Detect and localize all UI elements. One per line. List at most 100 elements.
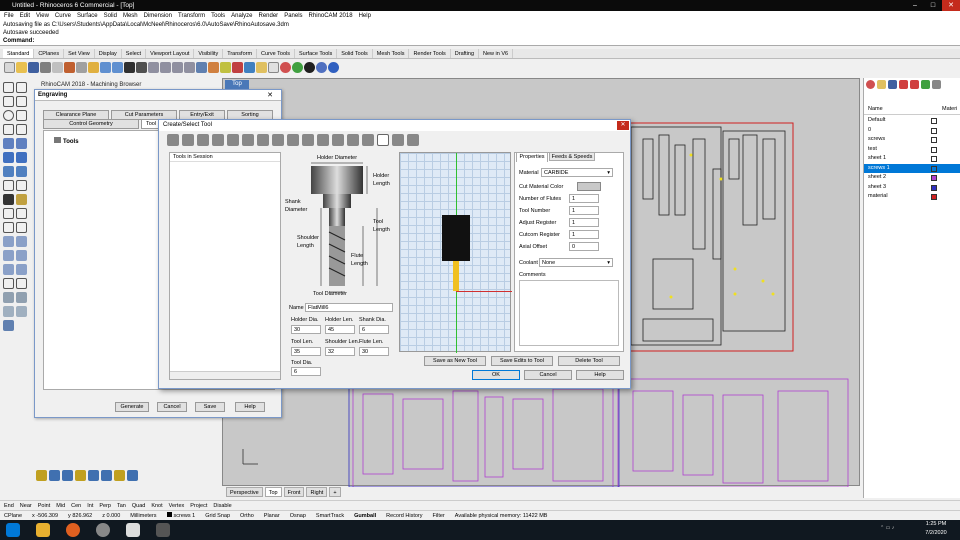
menu-surface[interactable]: Surface xyxy=(77,11,98,21)
save-button[interactable]: Save xyxy=(195,402,225,412)
layer-row[interactable]: test xyxy=(864,145,960,155)
toggle-planar[interactable]: Planar xyxy=(264,511,280,520)
osnap-int[interactable]: Int xyxy=(87,501,93,510)
menu-tools[interactable]: Tools xyxy=(211,11,225,21)
dovetail-icon[interactable] xyxy=(347,134,359,146)
tab-properties[interactable]: Properties xyxy=(516,152,548,162)
environment-icon[interactable] xyxy=(304,61,315,73)
tree-item-tools[interactable]: Tools xyxy=(54,137,79,145)
post-icon[interactable] xyxy=(101,470,112,481)
lollipop-icon[interactable] xyxy=(317,134,329,146)
tool-dia-input[interactable]: 6 xyxy=(291,367,321,376)
layer-color-swatch[interactable] xyxy=(931,137,937,143)
generate-button[interactable]: Generate xyxy=(115,402,149,412)
keycutter-icon[interactable] xyxy=(332,134,344,146)
tab-curve-tools[interactable]: Curve Tools xyxy=(257,49,295,58)
copy-tool-icon[interactable] xyxy=(16,236,27,247)
redo-icon[interactable] xyxy=(112,61,123,73)
tray-icons[interactable]: ⌃ ▭ ♪ xyxy=(880,525,910,535)
zoom-extents-icon[interactable] xyxy=(172,61,183,73)
close-button[interactable]: ✕ xyxy=(942,0,960,11)
tab-feeds-speeds[interactable]: Feeds & Speeds xyxy=(549,152,595,161)
osnap-project[interactable]: Project xyxy=(190,501,207,510)
save-as-new-tool-button[interactable]: Save as New Tool xyxy=(424,356,486,366)
tab-standard[interactable]: Standard xyxy=(3,49,35,58)
vee-mill-icon[interactable] xyxy=(212,134,224,146)
polygon-icon[interactable] xyxy=(16,124,27,135)
rhino6-icon[interactable] xyxy=(156,523,170,537)
points-icon[interactable] xyxy=(220,61,231,73)
menu-panels[interactable]: Panels xyxy=(284,11,302,21)
paste-icon[interactable] xyxy=(88,61,99,73)
tool-name-input[interactable]: FlatMill6 xyxy=(305,303,393,312)
help-button[interactable]: Help xyxy=(235,402,265,412)
menu-file[interactable]: File xyxy=(4,11,14,21)
boolean-icon[interactable] xyxy=(3,194,14,205)
gumball-icon[interactable] xyxy=(3,320,14,331)
layer-down-icon[interactable] xyxy=(910,80,919,89)
layer-row[interactable]: 0 xyxy=(864,126,960,136)
layer-row[interactable]: Default xyxy=(864,116,960,126)
toggle-filter[interactable]: Filter xyxy=(433,511,445,520)
light-icon[interactable] xyxy=(256,61,267,73)
ball-mill-icon[interactable] xyxy=(182,134,194,146)
material-icon[interactable] xyxy=(292,61,303,73)
flute-len-input[interactable]: 30 xyxy=(359,347,389,356)
layer-color-swatch[interactable] xyxy=(931,184,937,191)
status-units[interactable]: Millimeters xyxy=(130,511,156,520)
menu-help[interactable]: Help xyxy=(359,11,371,21)
select-icon[interactable] xyxy=(208,61,219,73)
start-icon[interactable] xyxy=(6,523,20,537)
tab-set-view[interactable]: Set View xyxy=(64,49,95,58)
snap-icon[interactable] xyxy=(232,61,243,73)
menu-dimension[interactable]: Dimension xyxy=(144,11,172,21)
dialog-help-button[interactable]: Help xyxy=(576,370,624,380)
flat-mill-icon[interactable] xyxy=(167,134,179,146)
rotate-view-icon[interactable] xyxy=(136,61,147,73)
menu-curve[interactable]: Curve xyxy=(55,11,71,21)
explode-icon[interactable] xyxy=(16,222,27,233)
tab-surface-tools[interactable]: Surface Tools xyxy=(295,49,338,58)
mirror-icon[interactable] xyxy=(16,250,27,261)
flutes-input[interactable]: 1 xyxy=(569,194,599,203)
osnap-mid[interactable]: Mid xyxy=(56,501,65,510)
osnap-quad[interactable]: Quad xyxy=(132,501,145,510)
analyze-icon[interactable] xyxy=(3,292,14,303)
mesh-icon[interactable] xyxy=(16,166,27,177)
four-views-icon[interactable] xyxy=(196,61,207,73)
cancel-button[interactable]: Cancel xyxy=(157,402,187,412)
tools-in-session-list[interactable]: Tools in Session xyxy=(169,152,281,380)
select-arrow-icon[interactable] xyxy=(3,82,14,93)
view-title-tab[interactable]: Top xyxy=(225,80,249,89)
stock-icon[interactable] xyxy=(49,470,60,481)
check-icon[interactable] xyxy=(16,292,27,303)
osnap-perp[interactable]: Perp xyxy=(99,501,111,510)
copy-icon[interactable] xyxy=(76,61,87,73)
layer-row-selected[interactable]: screws 1 xyxy=(864,163,960,173)
zoom-selected-icon[interactable] xyxy=(184,61,195,73)
menu-analyze[interactable]: Analyze xyxy=(231,11,252,21)
cut-color-swatch[interactable] xyxy=(577,182,601,191)
menu-solid[interactable]: Solid xyxy=(104,11,117,21)
taper-mill-icon[interactable] xyxy=(227,134,239,146)
menu-view[interactable]: View xyxy=(36,11,49,21)
layer-row[interactable]: material xyxy=(864,192,960,202)
toggle-gumball[interactable]: Gumball xyxy=(354,511,376,520)
layer-row[interactable]: screws xyxy=(864,135,960,145)
osnap-point[interactable]: Point xyxy=(38,501,51,510)
dialog-cancel-button[interactable]: Cancel xyxy=(524,370,572,380)
custom-tool-icon[interactable] xyxy=(392,134,404,146)
move-icon[interactable] xyxy=(3,236,14,247)
osnap-cen[interactable]: Cen xyxy=(71,501,81,510)
file-explorer-icon[interactable] xyxy=(36,523,50,537)
layer-icon[interactable] xyxy=(244,61,255,73)
scale-icon[interactable] xyxy=(3,264,14,275)
minimize-button[interactable]: – xyxy=(906,0,924,11)
view-tab-front[interactable]: Front xyxy=(283,487,305,497)
engraving-close-icon[interactable]: ✕ xyxy=(265,91,275,100)
tab-transform[interactable]: Transform xyxy=(223,49,258,58)
split-icon[interactable] xyxy=(16,208,27,219)
feeds-icon[interactable] xyxy=(75,470,86,481)
layer-color-swatch[interactable] xyxy=(931,175,937,181)
view-tab-right[interactable]: Right xyxy=(306,487,328,497)
